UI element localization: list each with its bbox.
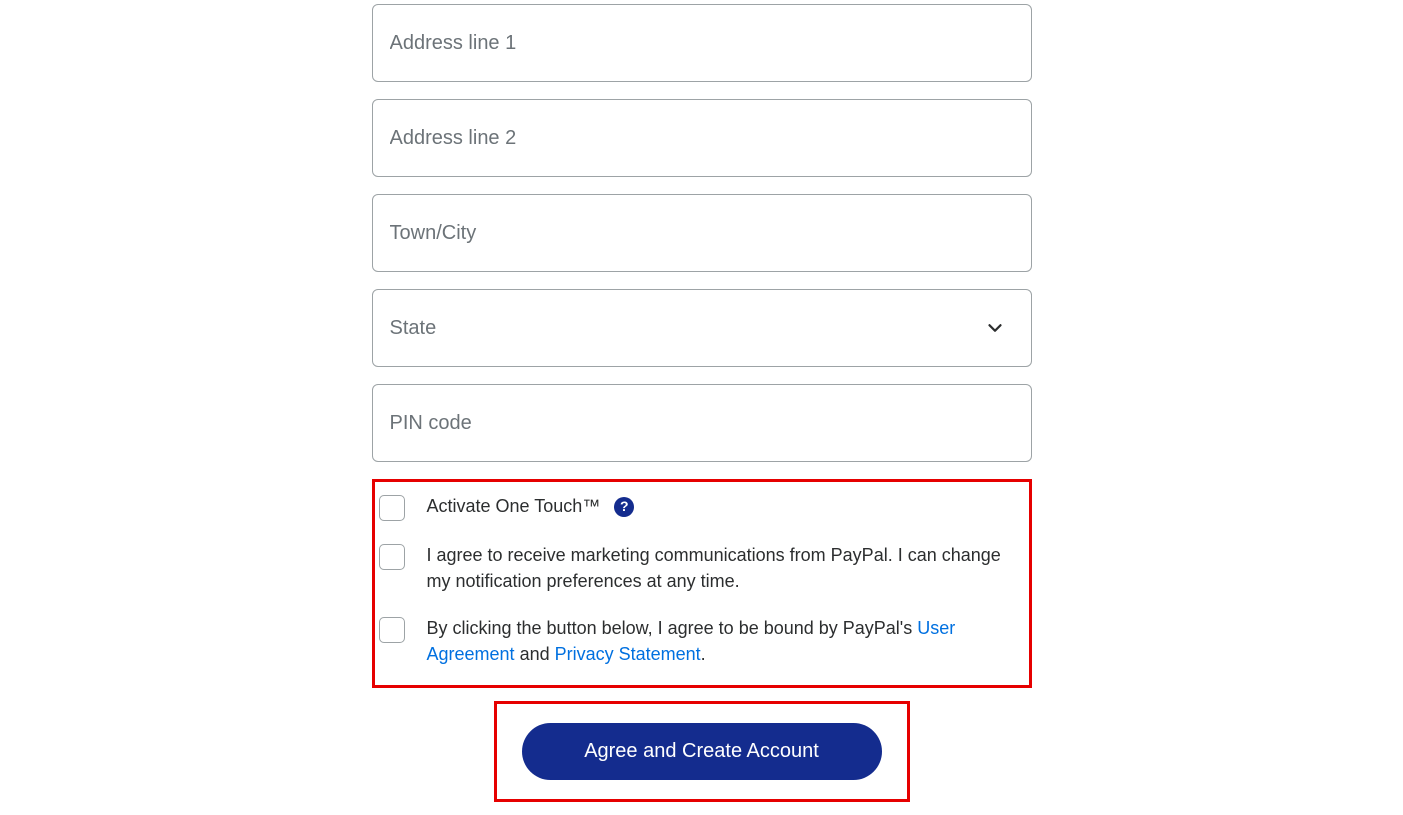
terms-row: By clicking the button below, I agree to… bbox=[375, 616, 1029, 667]
help-icon[interactable]: ? bbox=[614, 497, 634, 517]
privacy-statement-link[interactable]: Privacy Statement bbox=[555, 644, 701, 664]
marketing-row: I agree to receive marketing communicati… bbox=[375, 543, 1029, 594]
signup-form: State Activate One Touch™ ? I agree to r… bbox=[372, 4, 1032, 802]
terms-prefix: By clicking the button below, I agree to… bbox=[427, 618, 918, 638]
terms-checkbox[interactable] bbox=[379, 617, 405, 643]
state-label: State bbox=[390, 317, 437, 340]
state-select-wrapper: State bbox=[372, 289, 1032, 367]
onetouch-checkbox[interactable] bbox=[379, 495, 405, 521]
address-line-2-input[interactable] bbox=[372, 99, 1032, 177]
marketing-checkbox[interactable] bbox=[379, 544, 405, 570]
submit-highlight-box: Agree and Create Account bbox=[494, 701, 910, 802]
onetouch-label: Activate One Touch™ bbox=[427, 494, 601, 520]
city-input[interactable] bbox=[372, 194, 1032, 272]
agree-create-account-button[interactable]: Agree and Create Account bbox=[522, 723, 882, 780]
terms-label: By clicking the button below, I agree to… bbox=[427, 616, 1025, 667]
state-select[interactable]: State bbox=[372, 289, 1032, 367]
marketing-label: I agree to receive marketing communicati… bbox=[427, 543, 1025, 594]
address-line-1-input[interactable] bbox=[372, 4, 1032, 82]
terms-suffix: . bbox=[701, 644, 706, 664]
pincode-input[interactable] bbox=[372, 384, 1032, 462]
checkbox-highlight-box: Activate One Touch™ ? I agree to receive… bbox=[372, 479, 1032, 688]
terms-middle: and bbox=[515, 644, 555, 664]
onetouch-row: Activate One Touch™ ? bbox=[375, 494, 1029, 521]
onetouch-label-group: Activate One Touch™ ? bbox=[427, 494, 1025, 520]
